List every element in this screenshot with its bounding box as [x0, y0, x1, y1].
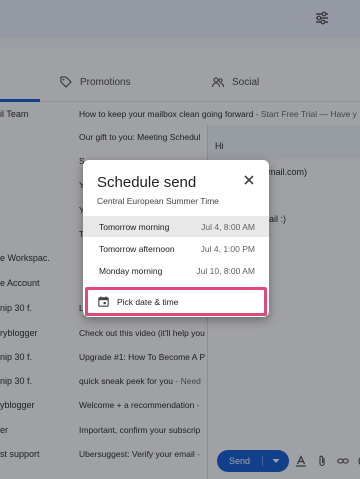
pick-date-time-label: Pick date & time: [117, 296, 179, 307]
option-label: Tomorrow morning: [99, 221, 170, 232]
schedule-option-tomorrow-afternoon[interactable]: Tomorrow afternoon Jul 4, 1:00 PM: [83, 238, 269, 259]
close-icon[interactable]: [241, 172, 257, 188]
dialog-timezone: Central European Summer Time: [97, 196, 219, 206]
option-label: Tomorrow afternoon: [99, 243, 175, 254]
option-time: Jul 4, 1:00 PM: [200, 243, 255, 254]
pick-date-time-button[interactable]: Pick date & time: [83, 288, 269, 315]
calendar-icon: [98, 296, 109, 307]
option-time: Jul 10, 8:00 AM: [196, 265, 255, 276]
option-time: Jul 4, 8:00 AM: [201, 221, 255, 232]
schedule-option-monday-morning[interactable]: Monday morning Jul 10, 8:00 AM: [83, 260, 269, 281]
option-label: Monday morning: [99, 265, 163, 276]
dialog-title: Schedule send: [97, 174, 197, 191]
schedule-option-tomorrow-morning[interactable]: Tomorrow morning Jul 4, 8:00 AM: [83, 216, 269, 237]
